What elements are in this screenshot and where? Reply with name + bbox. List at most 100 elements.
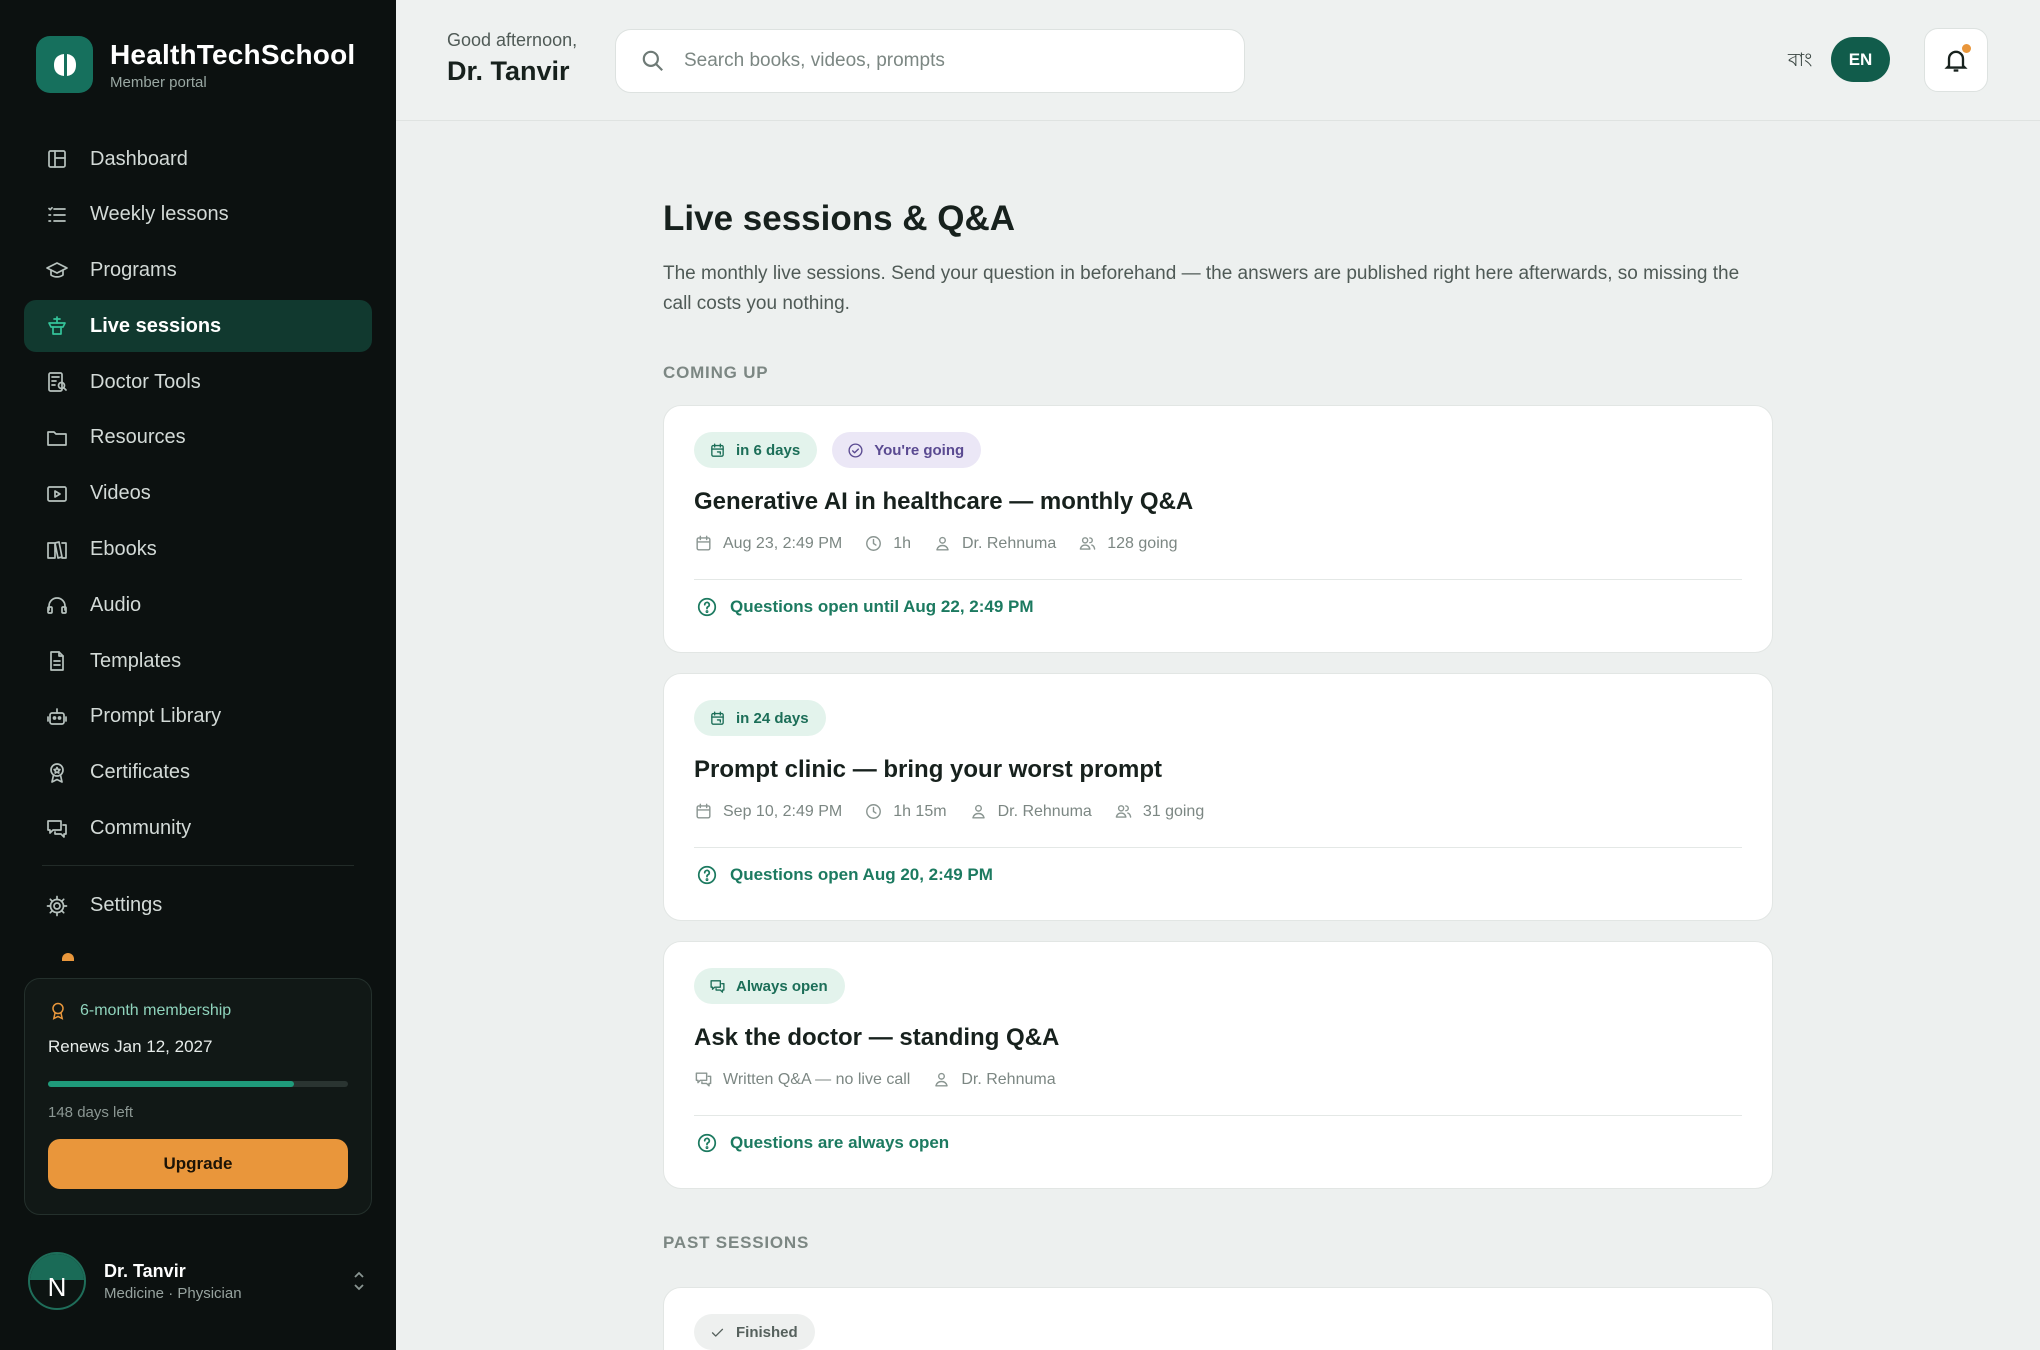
brand[interactable]: HealthTechSchool Member portal xyxy=(36,36,355,93)
session-card[interactable]: Always open Ask the doctor — standing Q&… xyxy=(663,941,1773,1189)
notifications-button[interactable] xyxy=(1924,28,1988,92)
folder-icon xyxy=(44,425,70,451)
questions-link[interactable]: Questions are always open xyxy=(696,1132,949,1154)
badge-label: You're going xyxy=(874,441,965,459)
user-role: Medicine · Physician xyxy=(104,1284,242,1302)
check-icon xyxy=(711,1328,724,1337)
questions-text: Questions open until Aug 22, 2:49 PM xyxy=(730,597,1034,616)
membership-title: 6-month membership xyxy=(80,1002,232,1019)
calendar-icon xyxy=(696,803,711,819)
user-menu[interactable]: N Dr. Tanvir Medicine · Physician xyxy=(28,1247,368,1315)
robot-icon xyxy=(44,704,70,730)
sidebar-item-label: Audio xyxy=(90,593,142,616)
video-icon xyxy=(44,481,70,507)
greeting: Good afternoon, Dr. Tanvir xyxy=(447,30,577,87)
tools-icon xyxy=(44,369,70,395)
graduation-cap-icon xyxy=(44,258,70,284)
clock-icon xyxy=(866,804,882,819)
status-badge: in 24 days xyxy=(694,700,826,736)
sidebar-item-templates[interactable]: Templates xyxy=(24,635,372,687)
greeting-name: Dr. Tanvir xyxy=(447,56,570,86)
sidebar-item-community[interactable]: Community xyxy=(24,803,372,855)
status-badge: in 6 days xyxy=(694,432,818,468)
sidebar-divider xyxy=(42,864,354,866)
sidebar-item-label: Weekly lessons xyxy=(90,203,229,226)
session-duration: 1h xyxy=(893,534,911,552)
sidebar-item-label: Templates xyxy=(90,649,182,672)
search-input[interactable] xyxy=(684,50,1224,72)
sidebar-item-programs[interactable]: Programs xyxy=(24,245,372,297)
session-title[interactable]: Prompt clinic — bring your worst prompt xyxy=(694,756,1742,784)
session-date: Aug 23, 2:49 PM xyxy=(723,534,843,552)
session-card[interactable]: in 6 days You're going Generative AI in … xyxy=(663,405,1773,653)
session-title[interactable]: Ask the doctor — standing Q&A xyxy=(694,1024,1742,1052)
session-format: Written Q&A — no live call xyxy=(723,1070,911,1088)
check-circle-icon xyxy=(848,442,863,458)
sidebar-item-dashboard[interactable]: Dashboard xyxy=(24,133,372,185)
questions-link[interactable]: Questions open until Aug 22, 2:49 PM xyxy=(696,596,1034,618)
page-title: Live sessions & Q&A xyxy=(663,199,1016,238)
sidebar-item-settings[interactable]: Settings xyxy=(24,880,372,932)
sidebar-item-prompt-library[interactable]: Prompt Library xyxy=(24,691,372,743)
user-icon xyxy=(935,1072,949,1087)
past-session-card[interactable]: Finished xyxy=(663,1287,1773,1350)
search-box[interactable] xyxy=(615,29,1245,93)
session-meta: Written Q&A — no live call Dr. Rehnuma xyxy=(694,1070,1742,1089)
file-icon xyxy=(44,648,70,674)
language-english-button[interactable]: EN xyxy=(1831,37,1890,82)
sidebar-nav: Dashboard Weekly lessons Programs Live s… xyxy=(24,133,372,935)
sidebar-item-videos[interactable]: Videos xyxy=(24,468,372,520)
badge-label: in 6 days xyxy=(736,441,801,459)
sidebar-item-label: Prompt Library xyxy=(90,705,222,728)
chat-icon xyxy=(695,1072,712,1087)
session-title[interactable]: Generative AI in healthcare — monthly Q&… xyxy=(694,488,1742,516)
card-divider xyxy=(694,1115,1742,1116)
avatar-letter: N xyxy=(47,1271,67,1302)
list-icon xyxy=(44,202,70,228)
sidebar-item-label: Doctor Tools xyxy=(90,370,201,393)
sidebar-item-certificates[interactable]: Certificates xyxy=(24,747,372,799)
session-date: Sep 10, 2:49 PM xyxy=(723,802,843,820)
sidebar-item-resources[interactable]: Resources xyxy=(24,412,372,464)
question-circle-icon xyxy=(697,1133,717,1153)
language-bangla-button[interactable]: বাং xyxy=(1788,46,1812,78)
badge-label: in 24 days xyxy=(736,709,809,727)
session-host: Dr. Rehnuma xyxy=(961,534,1057,552)
gear-icon xyxy=(44,893,70,919)
question-circle-icon xyxy=(697,597,717,617)
session-going: 128 going xyxy=(1107,534,1178,552)
sidebar-item-label: Community xyxy=(90,817,192,840)
session-host: Dr. Rehnuma xyxy=(961,1070,1056,1088)
sidebar-item-doctor-tools[interactable]: Doctor Tools xyxy=(24,356,372,408)
session-meta: Sep 10, 2:49 PM 1h 15m Dr. Rehnuma 31 go… xyxy=(694,802,1742,821)
award-icon xyxy=(44,760,70,786)
chevron-up-down-icon[interactable] xyxy=(350,1268,368,1294)
clock-icon xyxy=(866,536,882,551)
user-icon xyxy=(971,804,985,819)
session-card[interactable]: in 24 days Prompt clinic — bring your wo… xyxy=(663,673,1773,921)
questions-link[interactable]: Questions open Aug 20, 2:49 PM xyxy=(696,864,993,886)
questions-text: Questions open Aug 20, 2:49 PM xyxy=(730,865,993,884)
status-badge: You're going xyxy=(832,432,982,468)
session-going: 31 going xyxy=(1142,802,1205,820)
sidebar-item-audio[interactable]: Audio xyxy=(24,579,372,631)
layout-icon xyxy=(44,146,70,172)
sidebar-item-label: Dashboard xyxy=(90,147,188,170)
membership-days-left: 148 days left xyxy=(48,1104,134,1121)
calendar-icon xyxy=(696,535,711,551)
upgrade-button[interactable]: Upgrade xyxy=(48,1139,348,1189)
status-badge: Always open xyxy=(694,968,845,1004)
question-circle-icon xyxy=(697,865,717,885)
brand-subtitle: Member portal xyxy=(110,73,207,91)
sidebar-item-label: Resources xyxy=(90,426,186,449)
sidebar-item-weekly-lessons[interactable]: Weekly lessons xyxy=(24,189,372,241)
calendar-icon xyxy=(711,710,724,725)
badge-label: Always open xyxy=(736,977,828,995)
book-icon xyxy=(44,537,70,563)
headphones-icon xyxy=(44,592,70,618)
sidebar-item-live-sessions[interactable]: Live sessions xyxy=(24,300,372,353)
membership-card: 6-month membership Renews Jan 12, 2027 1… xyxy=(24,978,372,1215)
sidebar-item-label: Live sessions xyxy=(90,314,222,337)
sidebar-item-ebooks[interactable]: Ebooks xyxy=(24,524,372,576)
notification-dot-icon xyxy=(1962,44,1971,53)
